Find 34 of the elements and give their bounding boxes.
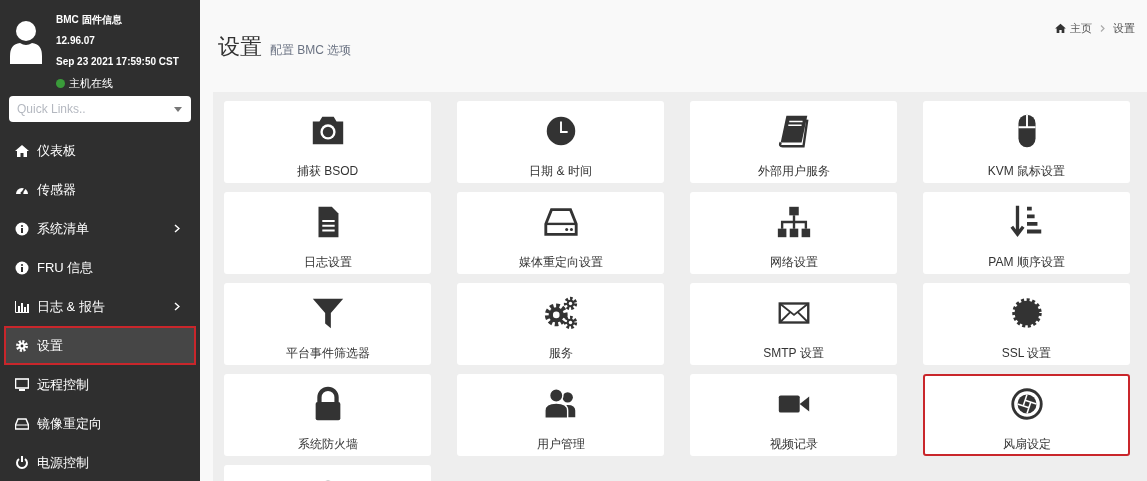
sidebar-item[interactable]: 日志 & 报告 xyxy=(4,287,196,326)
breadcrumb-current: 设置 xyxy=(1113,21,1135,36)
firmware-version: 12.96.07 xyxy=(56,34,96,48)
settings-tile[interactable]: 媒体重定向设置 xyxy=(457,192,664,274)
quick-links-dropdown[interactable]: Quick Links.. xyxy=(9,96,191,122)
settings-tile[interactable]: KVM 鼠标设置 xyxy=(923,101,1130,183)
firmware-datetime: Sep 23 2021 17:59:50 CST xyxy=(56,55,179,69)
settings-tile[interactable]: 日期 & 时间 xyxy=(457,101,664,183)
settings-tile[interactable]: PAM 顺序设置 xyxy=(923,192,1130,274)
settings-tile[interactable]: 外部用户服务 xyxy=(690,101,897,183)
settings-tile[interactable]: SSL 设置 xyxy=(923,283,1130,365)
sidebar-item[interactable]: FRU 信息 xyxy=(4,248,196,287)
settings-tile[interactable]: SMTP 设置 xyxy=(690,283,897,365)
settings-tile[interactable]: 风扇设定 xyxy=(923,374,1130,456)
sidebar-item[interactable]: 镜像重定向 xyxy=(4,404,196,443)
page-subtitle: 配置 BMC 选项 xyxy=(270,42,352,59)
page-title: 设置 xyxy=(218,33,262,61)
sidebar-item[interactable]: 设置 xyxy=(4,326,196,365)
settings-tile[interactable]: 捕获 BSOD xyxy=(224,101,431,183)
host-status: 主机在线 xyxy=(69,76,113,91)
settings-tile[interactable]: 平台事件筛选器 xyxy=(224,283,431,365)
sidebar-item[interactable]: 电源控制 xyxy=(4,443,196,481)
settings-tile[interactable]: 服务 xyxy=(457,283,664,365)
settings-tile[interactable]: 系统防火墙 xyxy=(224,374,431,456)
sidebar-item[interactable]: 远程控制 xyxy=(4,365,196,404)
breadcrumb-link[interactable]: 主页 xyxy=(1070,20,1092,37)
sidebar-item[interactable]: 传感器 xyxy=(4,170,196,209)
settings-tile[interactable]: 网络设置 xyxy=(690,192,897,274)
firmware-title: BMC 固件信息 xyxy=(56,13,123,27)
settings-tile[interactable]: 视频记录 xyxy=(690,374,897,456)
settings-tile[interactable]: 日志设置 xyxy=(224,192,431,274)
sidebar-item[interactable]: 仪表板 xyxy=(4,131,196,170)
sidebar-item[interactable]: 系统清单 xyxy=(4,209,196,248)
settings-tile[interactable]: 用户管理 xyxy=(457,374,664,456)
